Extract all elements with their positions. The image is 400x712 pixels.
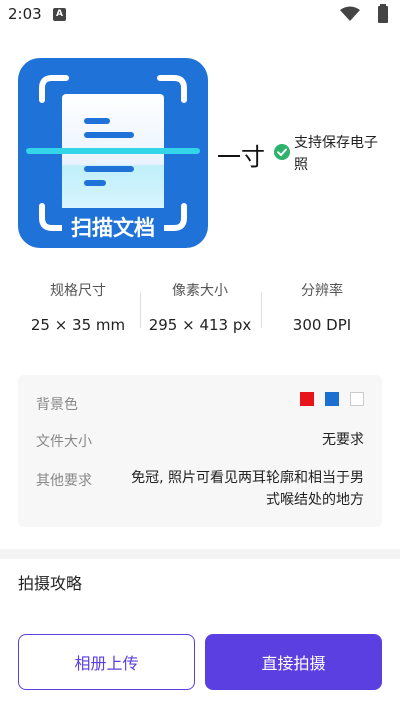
background-swatches	[300, 392, 364, 406]
spec-dimensions: 规格尺寸 25 × 35 mm	[18, 280, 138, 336]
bottom-action-bar: 相册上传 直接拍摄	[0, 612, 400, 712]
file-size-label: 文件大小	[36, 434, 92, 450]
red-swatch	[300, 392, 314, 406]
file-size-value: 无要求	[322, 432, 364, 448]
other-requirements-line1: 免冠, 照片可看见两耳轮廓和相当于男	[131, 470, 364, 486]
white-swatch	[350, 392, 364, 406]
spec-value: 25 × 35 mm	[30, 316, 126, 334]
scan-document-logo: 扫描文档	[18, 58, 208, 248]
blue-swatch	[325, 392, 339, 406]
spec-value: 295 × 413 px	[148, 316, 252, 334]
status-bar: 2:03 A	[0, 0, 400, 30]
other-requirements-label: 其他要求	[36, 473, 92, 489]
wifi-icon	[340, 6, 360, 21]
spec-title: 分辨率	[301, 283, 343, 299]
take-photo-button[interactable]: 直接拍摄	[205, 634, 382, 690]
background-color-label: 背景色	[36, 397, 78, 413]
guide-title[interactable]: 拍摄攻略	[18, 570, 82, 594]
other-requirements-line2: 式喉结处的地方	[266, 492, 364, 508]
check-circle-icon	[274, 144, 290, 160]
spec-title: 像素大小	[172, 283, 228, 299]
support-text: 支持保存电子照	[294, 135, 378, 173]
status-time: 2:03	[8, 5, 42, 23]
logo-text: 扫描文档	[71, 216, 155, 240]
spec-resolution: 分辨率 300 DPI	[262, 280, 382, 336]
notification-icon: A	[53, 8, 66, 21]
album-upload-button[interactable]: 相册上传	[18, 634, 195, 690]
size-label: 一寸	[217, 143, 265, 171]
spec-pixels: 像素大小 295 × 413 px	[140, 280, 260, 336]
scan-illustration: 扫描文档	[26, 75, 200, 240]
section-divider	[0, 549, 400, 559]
battery-icon	[378, 4, 388, 23]
spec-row: 规格尺寸 25 × 35 mm 像素大小 295 × 413 px 分辨率 30…	[0, 280, 400, 350]
requirements-card: 背景色 文件大小 无要求 其他要求 免冠, 照片可看见两耳轮廓和相当于男 式喉结…	[18, 375, 382, 527]
spec-title: 规格尺寸	[50, 283, 106, 299]
spec-value: 300 DPI	[292, 316, 352, 334]
